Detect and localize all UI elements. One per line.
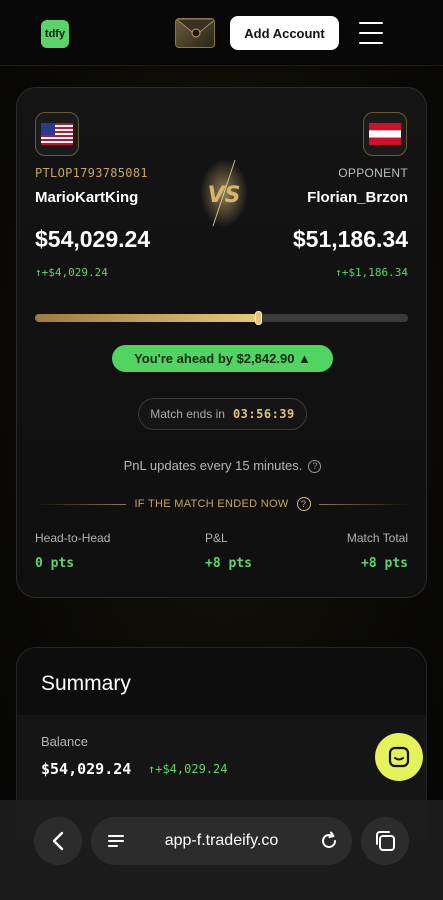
add-account-button[interactable]: Add Account — [230, 16, 339, 50]
stat-label-match-total: Match Total — [346, 531, 408, 545]
divider-line-right — [318, 503, 410, 505]
info-icon[interactable]: ? — [308, 459, 322, 473]
match-card: PTLOP1793785081 OPPONENT MarioKartKing F… — [16, 87, 427, 598]
progress-fill — [35, 314, 259, 322]
divider-line-left — [35, 503, 127, 505]
back-button[interactable] — [34, 817, 82, 865]
url-text: app-f.tradeify.co — [164, 832, 279, 849]
if-match-ended-label: IF THE MATCH ENDED NOW — [134, 498, 289, 510]
austria-flag-icon — [363, 112, 407, 156]
summary-balance-change: ↑+$4,029.24 — [148, 762, 228, 776]
browser-toolbar: app-f.tradeify.co — [0, 800, 443, 900]
player-change: ↑+$4,029.24 — [35, 266, 108, 279]
vs-text: VS — [208, 183, 241, 208]
tradeify-logo[interactable]: tdfy — [41, 20, 69, 48]
summary-title: Summary — [41, 672, 131, 695]
if-match-ended-divider: IF THE MATCH ENDED NOW ? — [35, 496, 410, 512]
us-flag-icon — [35, 112, 79, 156]
pnl-update-note: PnL updates every 15 minutes.? — [17, 458, 428, 473]
lead-progress-bar — [35, 311, 408, 325]
app-header: tdfy Add Account — [0, 0, 443, 66]
stat-value-pnl: +8 pts — [205, 556, 252, 571]
balance-label: Balance — [41, 734, 88, 749]
lead-status-badge: You're ahead by $2,842.90 ▲ — [112, 345, 333, 372]
match-timer: Match ends in 03:56:39 — [138, 398, 307, 430]
tabs-button[interactable] — [361, 817, 409, 865]
hamburger-menu-icon[interactable] — [359, 22, 383, 44]
match-timer-value: 03:56:39 — [232, 407, 295, 421]
reload-icon[interactable] — [319, 831, 339, 851]
help-icon[interactable]: ? — [296, 497, 311, 511]
stat-label-head-to-head: Head-to-Head — [35, 531, 111, 545]
opponent-name: Florian_Brzon — [307, 189, 408, 206]
summary-balance-value: $54,029.24 — [41, 760, 132, 778]
chat-support-button[interactable] — [375, 733, 423, 781]
progress-knob — [254, 311, 262, 325]
opponent-change: ↑+$1,186.34 — [335, 266, 408, 279]
stat-value-head-to-head: 0 pts — [35, 556, 75, 571]
user-avatar[interactable] — [175, 18, 215, 48]
pnl-note-text: PnL updates every 15 minutes. — [123, 458, 303, 473]
chevron-left-icon — [52, 831, 64, 851]
player-name: MarioKartKing — [35, 189, 139, 206]
chat-icon — [388, 746, 410, 768]
stat-label-pnl: P&L — [205, 531, 228, 545]
opponent-label: OPPONENT — [338, 166, 408, 180]
match-timer-label: Match ends in — [150, 407, 225, 421]
address-bar[interactable]: app-f.tradeify.co — [91, 817, 352, 865]
versus-emblem: VS — [200, 159, 248, 227]
player-account-id: PTLOP1793785081 — [35, 166, 148, 180]
stat-value-match-total: +8 pts — [361, 556, 408, 571]
player-balance: $54,029.24 — [35, 226, 151, 252]
tabs-icon — [376, 831, 395, 851]
opponent-balance: $51,186.34 — [292, 226, 408, 252]
